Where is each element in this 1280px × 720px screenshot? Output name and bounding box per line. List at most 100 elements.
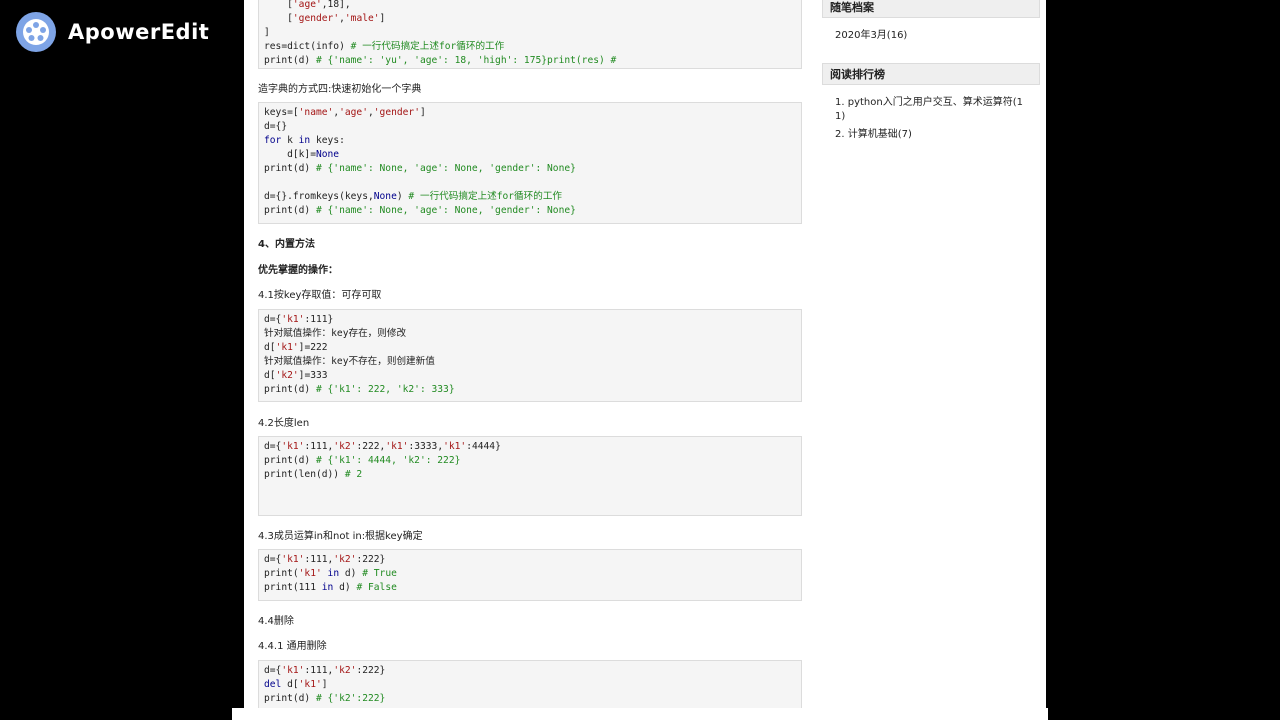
heading-builtin-methods: 4、内置方法 [258, 239, 315, 250]
code-token: # {'k1': 4444, 'k2': 222} [315, 455, 461, 466]
ranking-item-computer-basics[interactable]: 2. 计算机基础(7) [835, 128, 912, 142]
code-token: d[ [281, 679, 299, 690]
ranking-item-python-intro-line1: 1. python入门之用户交互、算术运算符(1 [835, 97, 1023, 108]
code-block-access-by-key: d={'k1':111} 针对赋值操作：key存在，则修改 d['k1']=222 针… [258, 309, 802, 402]
code-line: print(d) # {'name': None, 'age': None, '… [264, 204, 796, 218]
code-token: None [315, 149, 340, 160]
code-line: print(len(d)) # 2 [264, 468, 796, 482]
code-line: d['k1']=222 [264, 341, 796, 355]
code-token: print(d) [264, 205, 316, 216]
watermark-text: ApowerEdit [68, 20, 210, 44]
code-line: print('k1' in d) # True [264, 567, 796, 581]
code-token: d[ [264, 342, 276, 353]
code-line: print(d) # {'k1': 4444, 'k2': 222} [264, 454, 796, 468]
code-token: # True [362, 568, 397, 579]
code-token: 'age' [292, 0, 322, 10]
code-line: keys=['name','age','gender'] [264, 106, 796, 120]
code-token: :4444} [466, 441, 501, 452]
code-token: # {'name': None, 'age': None, 'gender': … [315, 205, 576, 216]
code-token: 'k1' [275, 342, 299, 353]
code-token: 'k1' [281, 665, 305, 676]
code-token: d={} [264, 121, 288, 132]
code-token: # {'name': 'yu', 'age': 18, 'high': 175}… [315, 55, 617, 66]
code-token: # {'name': None, 'age': None, 'gender': … [315, 163, 576, 174]
code-token: print(len(d)) [264, 469, 345, 480]
code-token: :111} [304, 314, 334, 325]
code-token: None [373, 191, 397, 202]
code-token: 'k1' [298, 568, 322, 579]
code-token: # 2 [344, 469, 363, 480]
code-block-fromkeys: keys=['name','age','gender'] d={} for k in… [258, 102, 802, 224]
code-line: d['k2']=333 [264, 369, 796, 383]
code-line: d[k]=None [264, 148, 796, 162]
code-line: print(d) # {'name': 'yu', 'age': 18, 'hi… [264, 54, 796, 68]
code-token: :111, [304, 665, 334, 676]
ranking-item-python-intro[interactable]: 1. python入门之用户交互、算术运算符(1 1) [835, 96, 1023, 124]
code-line: ['gender','male'] [264, 12, 796, 26]
code-token: 'age' [339, 107, 368, 118]
code-line: d={'k1':111} [264, 313, 796, 327]
code-token: ] [419, 107, 426, 118]
code-token: 'k1' [298, 679, 322, 690]
code-token: 针对赋值操作：key存在，则修改 [264, 328, 407, 339]
code-token: ]=222 [298, 342, 328, 353]
archive-link-2020-03[interactable]: 2020年3月(16) [835, 29, 907, 43]
code-token: # 一行代码搞定上述for循环的工作 [350, 41, 505, 52]
code-token: d={ [264, 441, 282, 452]
code-token: 'k2' [333, 554, 357, 565]
code-token: 'k1' [443, 441, 467, 452]
code-token: :222, [356, 441, 386, 452]
code-token: print(d) [264, 163, 316, 174]
code-token: ) [396, 191, 409, 202]
heading-4-1: 4.1按key存取值：可存可取 [258, 290, 382, 301]
code-token: ] [264, 27, 270, 38]
code-token: :222} [356, 665, 386, 676]
code-token: in [321, 582, 334, 593]
code-token: ] [379, 13, 386, 24]
code-token: print(d) [264, 693, 316, 704]
code-token: d={ [264, 314, 282, 325]
code-token: print(111 [264, 582, 322, 593]
blog-page: ['age',18], ['gender','male']] res=dict(i… [244, 0, 1046, 708]
code-line: res=dict(info) # 一行代码搞定上述for循环的工作 [264, 40, 796, 54]
ranking-item-python-intro-line2: 1) [835, 111, 846, 122]
code-token: 'gender' [373, 107, 420, 118]
code-line: for k in keys: [264, 134, 796, 148]
code-token: print(d) [264, 455, 316, 466]
code-token: 'k2' [275, 370, 299, 381]
code-token: d[k]= [264, 149, 316, 160]
code-token: k [281, 135, 299, 146]
code-line: print(d) # {'name': None, 'age': None, '… [264, 162, 796, 176]
code-token: keys=[ [264, 107, 299, 118]
code-token: # 一行代码搞定上述for循环的工作 [408, 191, 563, 202]
code-token: :222} [356, 554, 386, 565]
heading-4-3: 4.3成员运算in和not in:根据key确定 [258, 531, 423, 542]
code-token: 'k1' [281, 314, 305, 325]
code-token: print( [264, 568, 299, 579]
sidebar-ranking-title: 阅读排行榜 [822, 63, 1040, 85]
code-token: :111, [304, 554, 334, 565]
code-token: d={}.fromkeys(keys, [264, 191, 374, 202]
code-line: print(d) # {'k1': 222, 'k2': 333} [264, 383, 796, 397]
code-token: d[ [264, 370, 276, 381]
heading-4-4: 4.4删除 [258, 616, 294, 627]
code-token: 'gender' [292, 13, 340, 24]
code-token: print(d) [264, 384, 316, 395]
code-token: del [264, 679, 282, 690]
code-line: ['age',18], [264, 0, 796, 12]
heading-4-2: 4.2长度len [258, 418, 310, 429]
sidebar-archive-title: 随笔档案 [822, 0, 1040, 18]
code-token: d) [333, 582, 357, 593]
code-line: d={} [264, 120, 796, 134]
code-block-membership: d={'k1':111,'k2':222} print('k1' in d) # … [258, 549, 802, 601]
watermark: ApowerEdit [16, 12, 209, 52]
code-token: 'k2' [333, 441, 357, 452]
code-token: ] [321, 679, 328, 690]
code-line: d={}.fromkeys(keys,None) # 一行代码搞定上述for循环… [264, 190, 796, 204]
code-token: in [327, 568, 340, 579]
code-token: ]=333 [298, 370, 328, 381]
code-line: 针对赋值操作：key不存在，则创建新值 [264, 355, 796, 369]
code-line: d={'k1':111,'k2':222} [264, 664, 796, 678]
code-line: 针对赋值操作：key存在，则修改 [264, 327, 796, 341]
